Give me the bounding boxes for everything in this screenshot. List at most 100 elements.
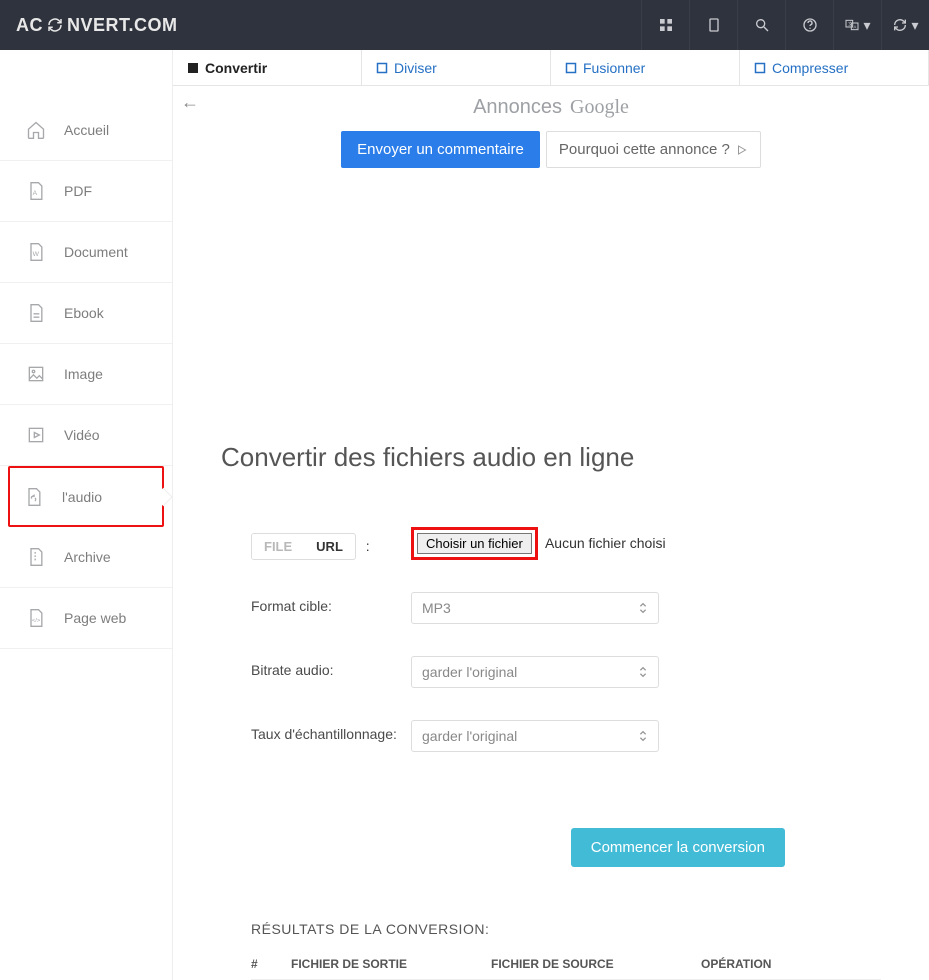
svg-text:文: 文 [848,21,853,28]
bitrate-value: garder l'original [422,664,517,680]
tab-merge[interactable]: Fusionner [551,50,740,85]
sidebar-item-video[interactable]: Vidéo [0,405,172,466]
choose-file-button[interactable]: Choisir un fichier [417,533,532,554]
sidebar-item-label: Ebook [64,305,104,321]
sidebar-item-label: PDF [64,183,92,199]
sidebar-item-label: Accueil [64,122,109,138]
square-icon [754,62,766,74]
grid-icon[interactable] [641,0,689,50]
start-conversion-button[interactable]: Commencer la conversion [571,828,785,867]
sidebar-item-document[interactable]: W Document [0,222,172,283]
sidebar-item-archive[interactable]: Archive [0,527,172,588]
refresh-icon[interactable]: ▾ [881,0,929,50]
sidebar-item-home[interactable]: Accueil [0,100,172,161]
results: RÉSULTATS DE LA CONVERSION: # FICHIER DE… [221,867,881,980]
tab-label: Diviser [394,60,437,76]
ebook-icon [26,302,46,324]
ad-why-button[interactable]: Pourquoi cette annonce ? [546,131,761,168]
square-filled-icon [187,62,199,74]
sample-value: garder l'original [422,728,517,744]
sidebar-item-label: Image [64,366,103,382]
col-index: # [251,957,291,971]
col-operation: OPÉRATION [701,957,821,971]
tablet-icon[interactable] [689,0,737,50]
document-icon: W [26,241,46,263]
no-file-text: Aucun fichier choisi [545,535,666,551]
tabs: Convertir Diviser Fusionner Compresser [173,50,929,86]
sample-select[interactable]: garder l'original [411,720,659,752]
svg-text:W: W [33,251,40,258]
tab-convert[interactable]: Convertir [173,50,362,85]
archive-icon [26,546,46,568]
updown-icon [638,665,648,679]
pdf-icon: A [26,180,46,202]
webpage-icon: </> [26,607,46,629]
refresh-icon [46,16,64,34]
square-icon [565,62,577,74]
sidebar: Accueil A PDF W Document Ebook Image Vidéo… [0,50,173,980]
audio-icon [24,486,44,508]
results-title: RÉSULTATS DE LA CONVERSION: [251,921,881,937]
top-icons: 文A ▾ ▾ [641,0,929,50]
choose-file-highlight: Choisir un fichier [411,527,538,560]
home-icon [26,119,46,141]
page-title: Convertir des fichiers audio en ligne [221,442,881,473]
tab-compress[interactable]: Compresser [740,50,929,85]
video-icon [26,424,46,446]
caret-down-icon: ▾ [863,17,870,34]
sidebar-item-pdf[interactable]: A PDF [0,161,172,222]
language-icon[interactable]: 文A ▾ [833,0,881,50]
image-icon [26,363,46,385]
source-url[interactable]: URL [304,534,355,559]
sidebar-item-label: Archive [64,549,111,565]
logo-right: NVERT.COM [67,15,178,36]
col-source: FICHIER DE SOURCE [491,957,701,971]
square-icon [376,62,388,74]
svg-text:A: A [854,24,858,29]
caret-down-icon: ▾ [911,17,918,34]
topbar: AC NVERT.COM 文A ▾ ▾ [0,0,929,50]
search-icon[interactable] [737,0,785,50]
ads-label: Annonces Google [473,96,629,119]
sidebar-item-ebook[interactable]: Ebook [0,283,172,344]
main: Convertir Diviser Fusionner Compresser ←… [173,50,929,980]
content: Convertir des fichiers audio en ligne FI… [173,394,929,980]
bitrate-select[interactable]: garder l'original [411,656,659,688]
source-label: FILE URL : [251,527,411,560]
updown-icon [638,601,648,615]
sidebar-item-label: l'audio [62,489,102,505]
sidebar-item-label: Page web [64,610,126,626]
ads-text: Annonces [473,96,562,119]
tab-label: Fusionner [583,60,645,76]
back-arrow[interactable]: ← [181,92,199,113]
ad-space [173,174,929,394]
sidebar-item-image[interactable]: Image [0,344,172,405]
source-file[interactable]: FILE [252,534,304,559]
logo-left: AC [16,15,43,36]
format-value: MP3 [422,600,451,616]
updown-icon [638,729,648,743]
help-icon[interactable] [785,0,833,50]
sample-label: Taux d'échantillonnage: [251,720,411,742]
ad-row: ← Annonces Google Envoyer un commentaire… [173,86,929,174]
form: FILE URL : Choisir un fichier Aucun fich… [221,527,881,752]
sidebar-item-label: Document [64,244,128,260]
logo[interactable]: AC NVERT.COM [16,15,178,36]
format-select[interactable]: MP3 [411,592,659,624]
source-toggle[interactable]: FILE URL [251,533,356,560]
svg-text:</>: </> [32,618,41,624]
tab-split[interactable]: Diviser [362,50,551,85]
adchoices-icon [736,144,748,156]
results-header: # FICHIER DE SORTIE FICHIER DE SOURCE OP… [251,957,881,980]
tab-label: Convertir [205,60,267,76]
bitrate-label: Bitrate audio: [251,656,411,678]
ad-why-label: Pourquoi cette annonce ? [559,141,730,158]
format-label: Format cible: [251,592,411,614]
sidebar-item-webpage[interactable]: </> Page web [0,588,172,649]
svg-text:A: A [33,190,38,197]
colon: : [366,538,370,554]
sidebar-item-label: Vidéo [64,427,100,443]
col-output: FICHIER DE SORTIE [291,957,491,971]
sidebar-item-audio[interactable]: l'audio [8,466,164,527]
ad-feedback-button[interactable]: Envoyer un commentaire [341,131,540,168]
